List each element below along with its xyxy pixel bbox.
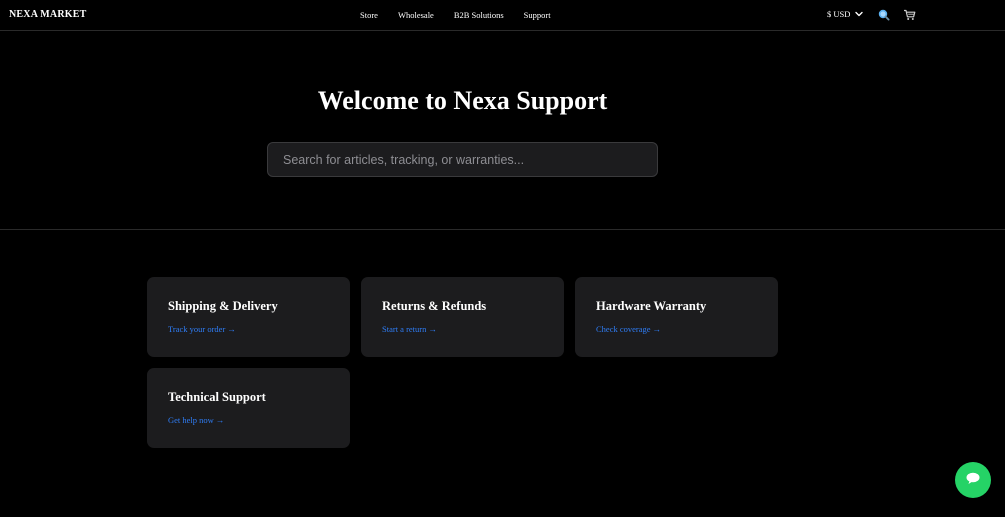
card-link-get-help[interactable]: Get help now → xyxy=(168,415,224,425)
nav-item-store[interactable]: Store xyxy=(360,10,378,20)
search-icon[interactable] xyxy=(877,8,891,22)
card-link-track-order[interactable]: Track your order → xyxy=(168,324,236,334)
card-returns-refunds[interactable]: Returns & Refunds Start a return → xyxy=(361,277,564,357)
nav-item-b2b-solutions[interactable]: B2B Solutions xyxy=(454,10,504,20)
brand-logo[interactable]: NEXA MARKET xyxy=(9,9,86,20)
card-hardware-warranty[interactable]: Hardware Warranty Check coverage → xyxy=(575,277,778,357)
chevron-down-icon xyxy=(854,9,864,19)
cart-icon[interactable] xyxy=(902,8,916,22)
support-search-input[interactable] xyxy=(267,142,658,177)
card-title: Technical Support xyxy=(168,390,266,404)
top-navigation-bar: NEXA MARKET Store Wholesale B2B Solution… xyxy=(0,0,1005,31)
nav-item-support[interactable]: Support xyxy=(524,10,551,20)
currency-label: $ USD xyxy=(827,9,851,19)
card-link-check-coverage[interactable]: Check coverage → xyxy=(596,324,661,334)
section-divider xyxy=(0,229,1005,230)
main-nav: Store Wholesale B2B Solutions Support xyxy=(360,10,551,20)
card-shipping-delivery[interactable]: Shipping & Delivery Track your order → xyxy=(147,277,350,357)
card-title: Hardware Warranty xyxy=(596,299,707,313)
chat-button[interactable] xyxy=(955,462,991,498)
card-technical-support[interactable]: Technical Support Get help now → xyxy=(147,368,350,448)
card-title: Returns & Refunds xyxy=(382,299,487,313)
chat-bubble-icon xyxy=(965,471,981,490)
nav-item-wholesale[interactable]: Wholesale xyxy=(398,10,434,20)
page-title: Welcome to Nexa Support xyxy=(317,86,608,115)
currency-selector[interactable]: $ USD xyxy=(827,9,864,19)
card-title: Shipping & Delivery xyxy=(168,299,278,313)
card-link-start-return[interactable]: Start a return → xyxy=(382,324,437,334)
